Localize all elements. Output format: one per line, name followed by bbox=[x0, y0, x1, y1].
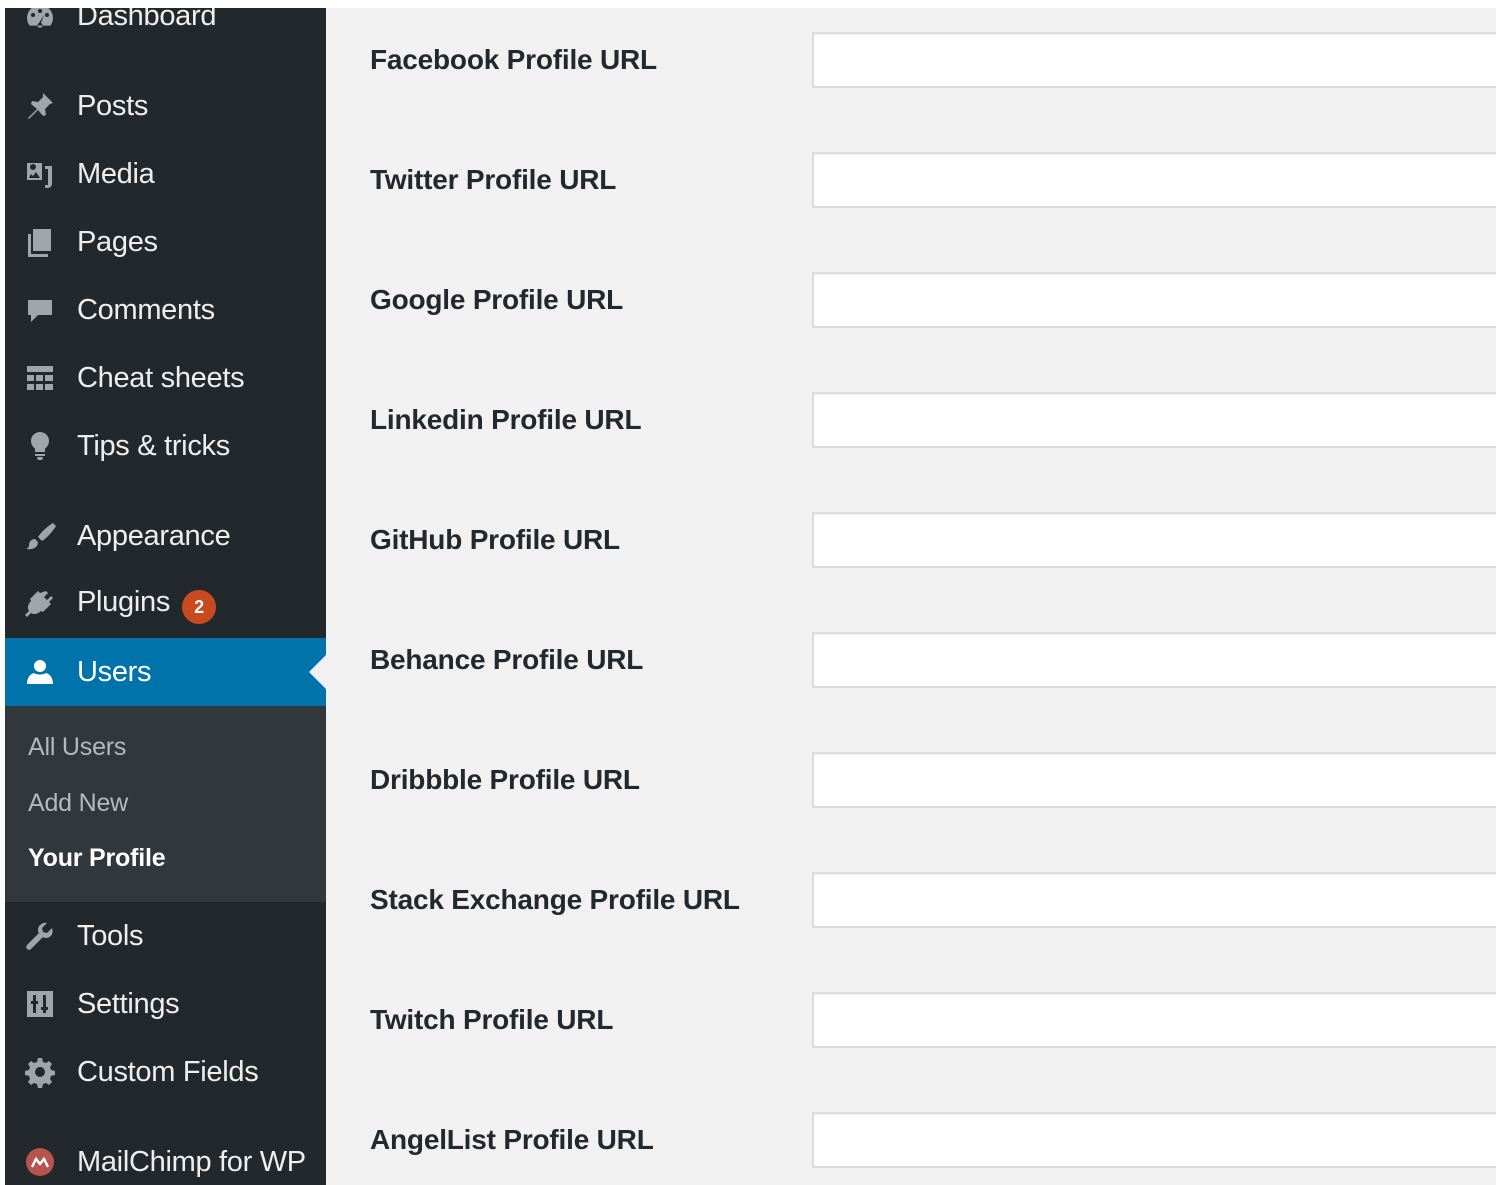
sidebar-item-label: Pages bbox=[77, 225, 158, 258]
sidebar-item-media[interactable]: Media bbox=[5, 146, 326, 202]
twitch-url-label: Twitch Profile URL bbox=[370, 1004, 614, 1035]
sidebar-item-mailchimp[interactable]: MailChimp for WP bbox=[5, 1134, 326, 1185]
comment-icon bbox=[23, 293, 57, 327]
mailchimp-icon bbox=[23, 1145, 57, 1179]
angellist-url-input[interactable] bbox=[812, 1112, 1496, 1168]
media-icon bbox=[23, 157, 57, 191]
sidebar-item-label: Appearance bbox=[77, 519, 231, 552]
sidebar-item-label: Posts bbox=[77, 89, 149, 122]
sidebar-item-label: Custom Fields bbox=[77, 1055, 259, 1088]
sidebar-item-label: Users bbox=[77, 655, 152, 688]
gear-icon bbox=[23, 1055, 57, 1089]
sidebar-item-label: Plugins bbox=[77, 585, 171, 618]
github-url-label: GitHub Profile URL bbox=[370, 524, 620, 555]
sidebar-item-dashboard[interactable]: Dashboard bbox=[5, 8, 326, 44]
google-url-label: Google Profile URL bbox=[370, 284, 624, 315]
sidebar-item-label: Tools bbox=[77, 919, 144, 952]
twitch-url-input[interactable] bbox=[812, 992, 1496, 1048]
admin-sidebar: Dashboard Posts Media Pages Comments Che… bbox=[5, 8, 326, 1185]
submenu-item-add-new[interactable]: Add New bbox=[28, 789, 128, 818]
sidebar-item-label: Cheat sheets bbox=[77, 361, 245, 394]
user-icon bbox=[23, 655, 57, 689]
sidebar-item-comments[interactable]: Comments bbox=[5, 282, 326, 338]
behance-url-input[interactable] bbox=[812, 632, 1496, 688]
sidebar-item-plugins[interactable]: Plugins 2 bbox=[5, 576, 326, 632]
profile-settings-form: Facebook Profile URL Twitter Profile URL… bbox=[326, 8, 1496, 1185]
wrench-icon bbox=[23, 919, 57, 953]
sidebar-item-tools[interactable]: Tools bbox=[5, 908, 326, 964]
dashboard-icon bbox=[23, 8, 57, 33]
plug-icon bbox=[23, 587, 57, 621]
sidebar-item-label: MailChimp for WP bbox=[77, 1145, 306, 1178]
linkedin-url-label: Linkedin Profile URL bbox=[370, 404, 642, 435]
update-count-badge: 2 bbox=[182, 590, 217, 625]
sidebar-item-label: Settings bbox=[77, 987, 180, 1020]
pin-icon bbox=[23, 89, 57, 123]
lightbulb-icon bbox=[23, 429, 57, 463]
paintbrush-icon bbox=[23, 519, 57, 553]
stack-exchange-url-input[interactable] bbox=[812, 872, 1496, 928]
sidebar-item-custom-fields[interactable]: Custom Fields bbox=[5, 1044, 326, 1100]
linkedin-url-input[interactable] bbox=[812, 392, 1496, 448]
facebook-url-input[interactable] bbox=[812, 32, 1496, 88]
twitter-url-input[interactable] bbox=[812, 152, 1496, 208]
submenu-item-your-profile[interactable]: Your Profile bbox=[28, 844, 166, 873]
sidebar-item-label: Tips & tricks bbox=[77, 429, 230, 462]
facebook-url-label: Facebook Profile URL bbox=[370, 44, 657, 75]
sidebar-item-posts[interactable]: Posts bbox=[5, 78, 326, 134]
google-url-input[interactable] bbox=[812, 272, 1496, 328]
sidebar-item-settings[interactable]: Settings bbox=[5, 976, 326, 1032]
dribbble-url-label: Dribbble Profile URL bbox=[370, 764, 640, 795]
dribbble-url-input[interactable] bbox=[812, 752, 1496, 808]
submenu-item-all-users[interactable]: All Users bbox=[28, 733, 126, 762]
sidebar-item-users[interactable]: Users bbox=[5, 638, 326, 706]
stack-exchange-url-label: Stack Exchange Profile URL bbox=[370, 884, 740, 915]
twitter-url-label: Twitter Profile URL bbox=[370, 164, 617, 195]
sidebar-item-tips[interactable]: Tips & tricks bbox=[5, 418, 326, 474]
active-indicator-arrow bbox=[309, 655, 326, 689]
sidebar-item-appearance[interactable]: Appearance bbox=[5, 508, 326, 564]
sidebar-item-label: Dashboard bbox=[77, 8, 217, 32]
sliders-icon bbox=[23, 987, 57, 1021]
pages-icon bbox=[23, 225, 57, 259]
angellist-url-label: AngelList Profile URL bbox=[370, 1124, 654, 1155]
sidebar-item-label: Comments bbox=[77, 293, 215, 326]
github-url-input[interactable] bbox=[812, 512, 1496, 568]
behance-url-label: Behance Profile URL bbox=[370, 644, 644, 675]
sidebar-item-label: Media bbox=[77, 157, 155, 190]
sidebar-item-pages[interactable]: Pages bbox=[5, 214, 326, 270]
users-submenu: All Users Add New Your Profile bbox=[5, 706, 326, 902]
grid-icon bbox=[23, 361, 57, 395]
sidebar-item-cheat-sheets[interactable]: Cheat sheets bbox=[5, 350, 326, 406]
